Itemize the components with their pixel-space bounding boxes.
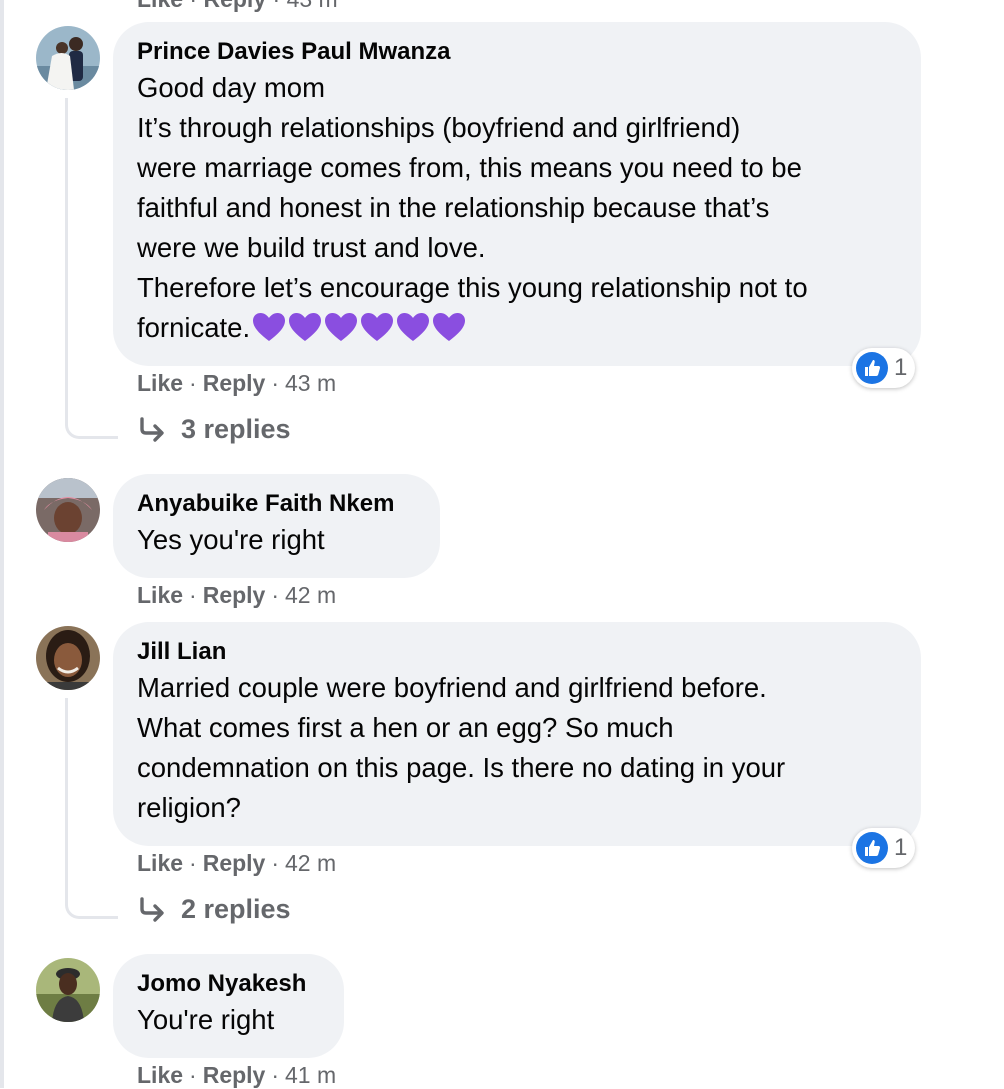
comment-bubble: Jill Lian Married couple were boyfriend … [113,622,921,846]
previous-comment-actions: Like · Reply · 43 m [137,0,338,13]
reaction-count: 1 [894,834,908,861]
view-replies-link[interactable]: 2 replies [137,894,291,925]
reaction-summary[interactable]: 1 [852,828,916,868]
comment-bubble: Jomo Nyakesh You're right [113,954,344,1058]
reaction-count: 1 [894,354,908,381]
like-link[interactable]: Like [137,850,183,876]
reply-link[interactable]: Reply [203,582,266,608]
replies-count: 2 replies [181,894,291,924]
avatar[interactable] [36,478,100,542]
timestamp[interactable]: 42 m [285,850,336,876]
comment-bubble: Prince Davies Paul Mwanza Good day mom I… [113,22,921,366]
purple-heart-icon [433,313,466,341]
purple-heart-icon [289,313,322,341]
timestamp[interactable]: 43 m [285,370,336,396]
comment-author[interactable]: Jomo Nyakesh [137,968,320,1000]
reply-link[interactable]: Reply [203,850,266,876]
view-replies-link[interactable]: 3 replies [137,414,291,445]
separator: · [189,0,197,12]
comment-line: It’s through relationships (boyfriend an… [137,112,741,143]
comment-line: Married couple were boyfriend and girlfr… [137,672,767,703]
comment-author[interactable]: Jill Lian [137,636,897,668]
avatar[interactable] [36,26,100,90]
comment-line-last: fornicate. [137,308,897,348]
comment-bubble: Anyabuike Faith Nkem Yes you're right [113,474,440,578]
comment-text: You're right [137,1000,320,1040]
thumbs-up-icon [856,832,888,864]
comment-line: Good day mom [137,72,326,103]
like-link[interactable]: Like [137,0,183,12]
timestamp[interactable]: 42 m [285,582,336,608]
comment-text: Yes you're right [137,520,416,560]
reply-arrow-icon [140,896,164,922]
comment-line-text: fornicate. [137,312,251,343]
comment-text: Good day mom It’s through relationships … [137,68,897,348]
comment-line: were marriage comes from, this means you… [137,152,802,183]
comment-author[interactable]: Anyabuike Faith Nkem [137,488,416,520]
purple-heart-icon [397,313,430,341]
comment-line: faithful and honest in the relationship … [137,192,770,223]
thread-connector [65,98,118,439]
comment-line: condemnation on this page. Is there no d… [137,752,786,783]
like-link[interactable]: Like [137,582,183,608]
reply-link[interactable]: Reply [203,370,266,396]
left-border [0,0,4,1088]
separator: · [271,850,280,876]
emoji-group [251,311,467,343]
reply-arrow-icon [140,416,164,442]
separator: · [273,0,281,12]
separator: · [189,850,197,876]
like-link[interactable]: Like [137,370,183,396]
comment-line: You're right [137,1004,275,1035]
timestamp[interactable]: 41 m [285,1062,336,1088]
separator: · [189,1062,197,1088]
comment-author[interactable]: Prince Davies Paul Mwanza [137,36,897,68]
comment-actions: Like · Reply · 43 m [137,370,336,397]
thumbs-up-icon [856,352,888,384]
comment-text: Married couple were boyfriend and girlfr… [137,668,897,828]
separator: · [271,582,280,608]
comment-actions: Like · Reply · 41 m [137,1062,336,1089]
comment-actions: Like · Reply · 42 m [137,582,336,609]
separator: · [189,582,197,608]
comment-line: religion? [137,792,241,823]
separator: · [189,370,197,396]
reply-link[interactable]: Reply [203,1062,266,1088]
reply-link[interactable]: Reply [203,0,266,12]
purple-heart-icon [325,313,358,341]
separator: · [271,1062,280,1088]
separator: · [271,370,280,396]
timestamp[interactable]: 43 m [287,0,338,12]
purple-heart-icon [253,313,286,341]
comment-line: Therefore let’s encourage this young rel… [137,272,808,303]
comment-line: Yes you're right [137,524,325,555]
comment-line: What comes first a hen or an egg? So muc… [137,712,674,743]
thread-connector [65,698,118,919]
comment-line: were we build trust and love. [137,232,486,263]
avatar[interactable] [36,958,100,1022]
purple-heart-icon [361,313,394,341]
reaction-summary[interactable]: 1 [852,348,916,388]
like-link[interactable]: Like [137,1062,183,1088]
avatar[interactable] [36,626,100,690]
comment-actions: Like · Reply · 42 m [137,850,336,877]
replies-count: 3 replies [181,414,291,444]
